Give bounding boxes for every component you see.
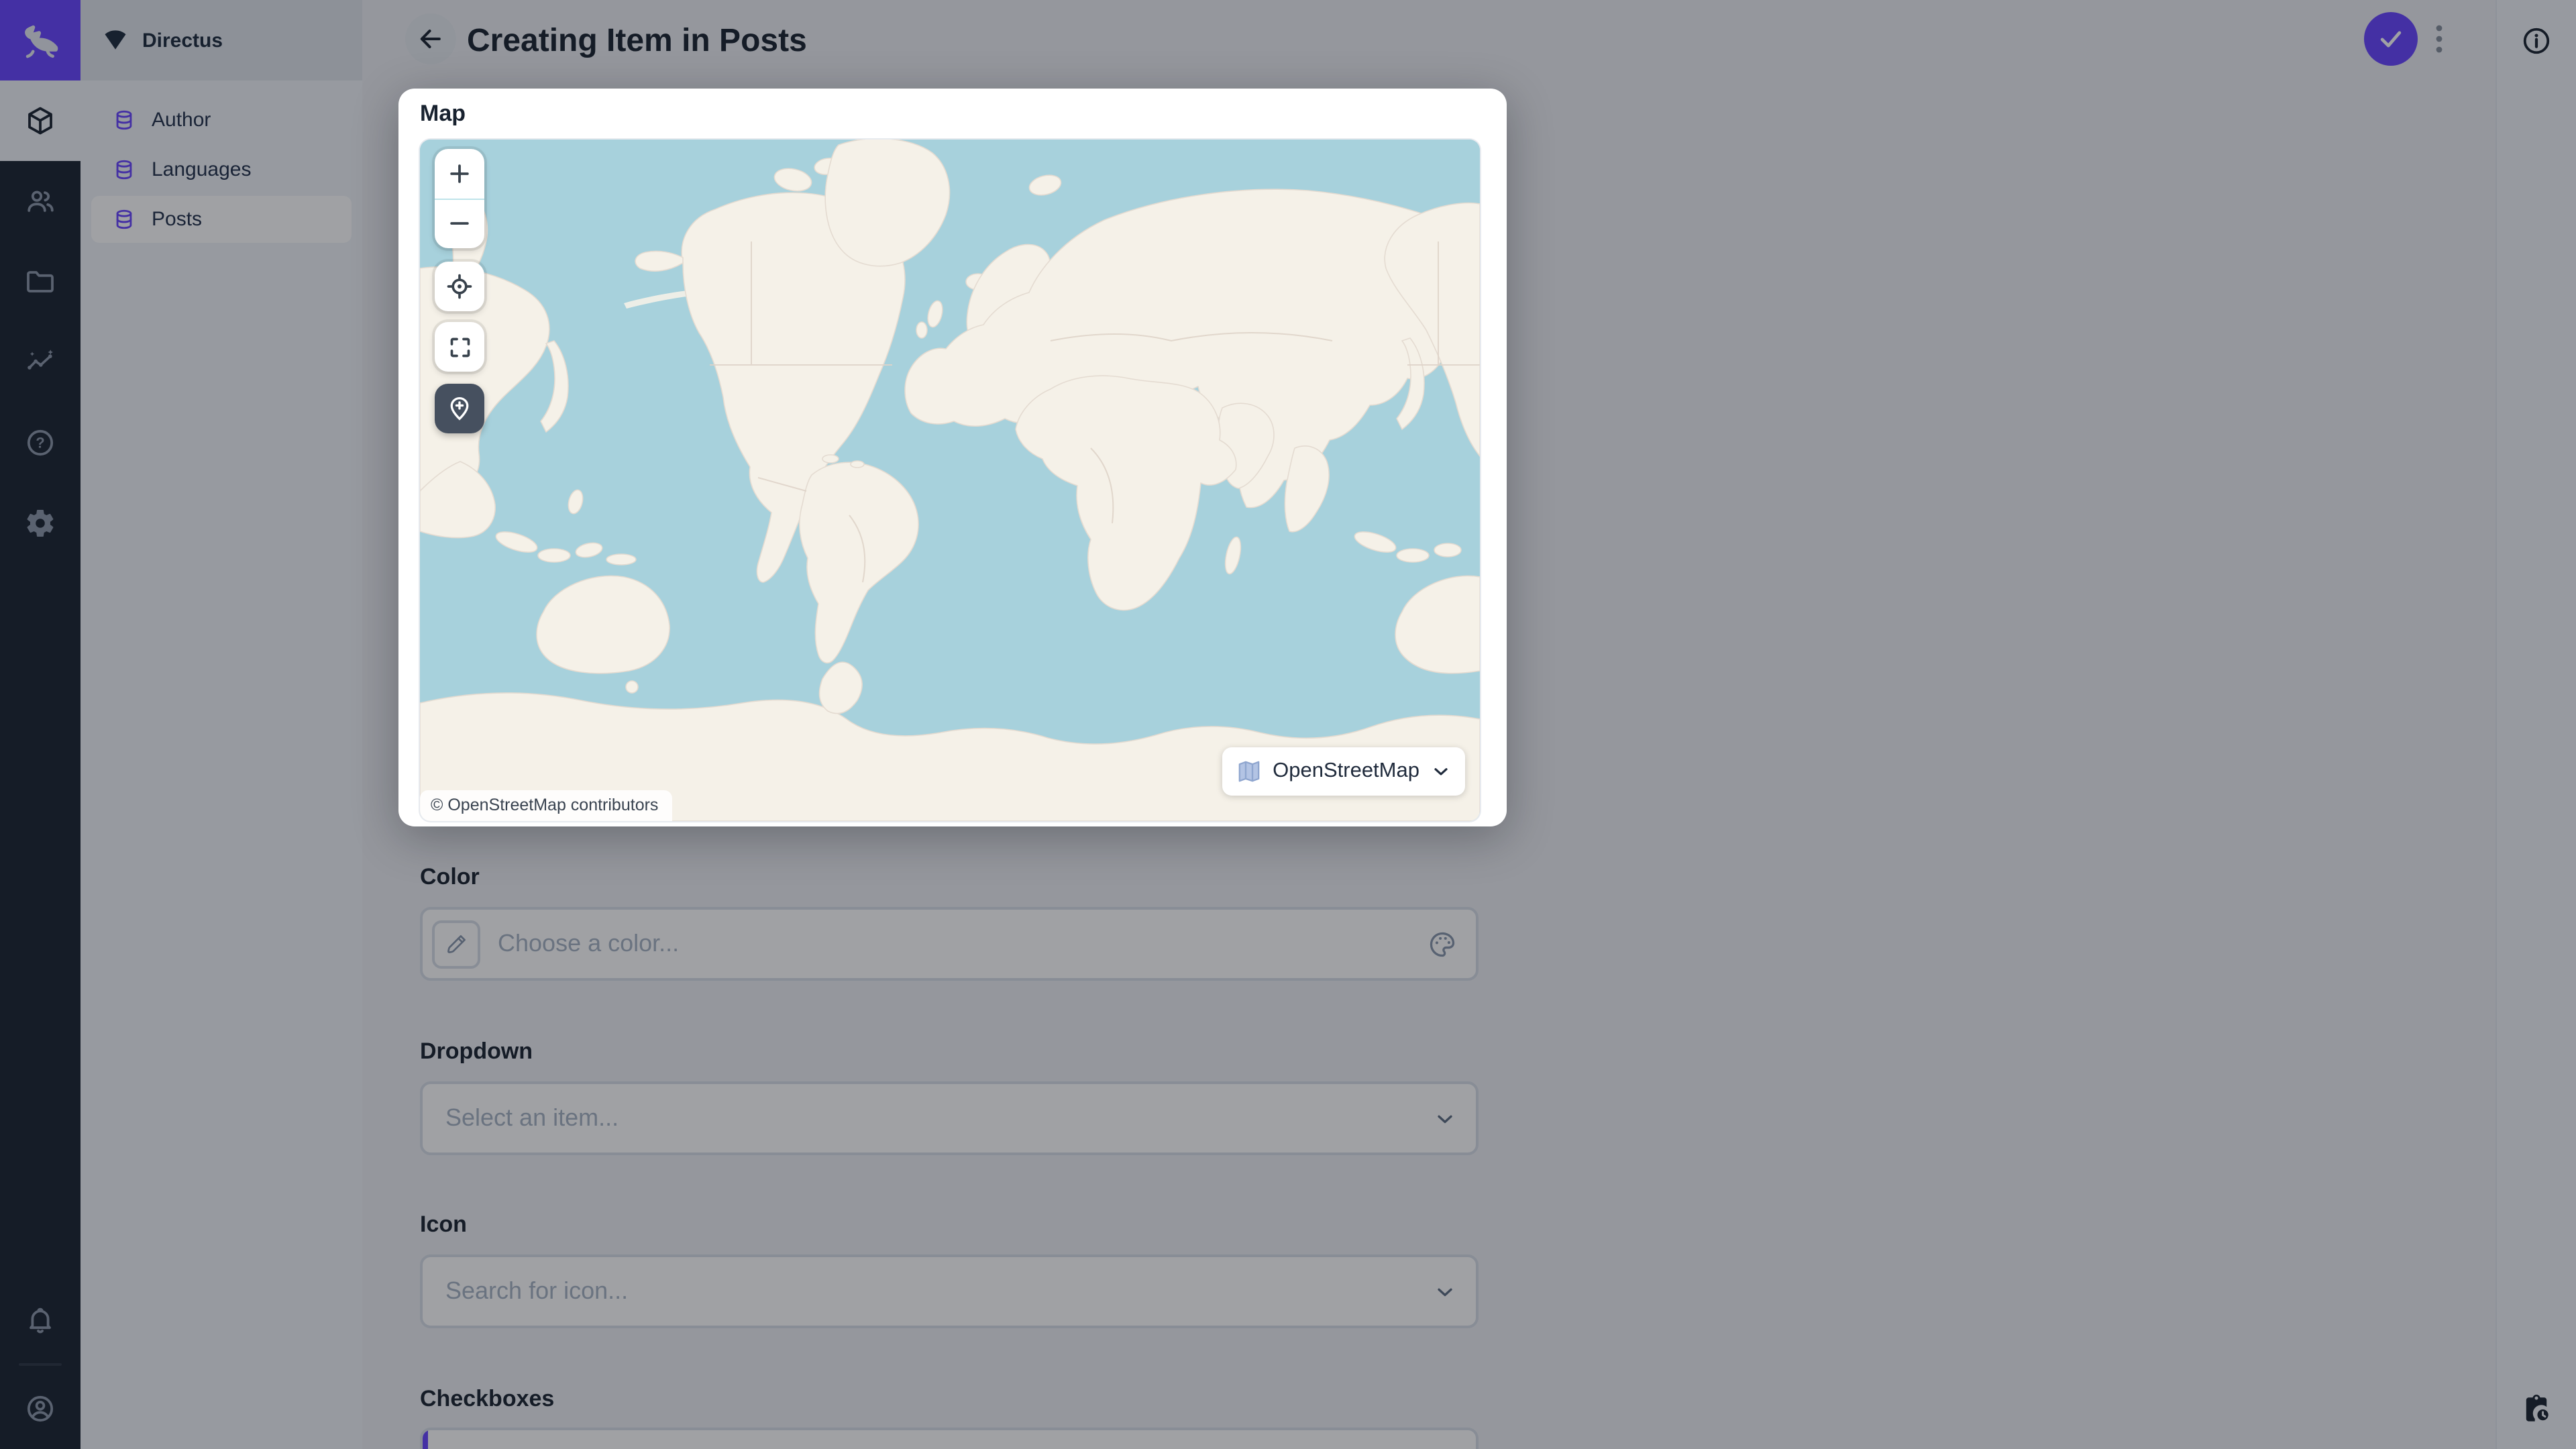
map-attribution[interactable]: © OpenStreetMap contributors	[420, 790, 672, 821]
basemap-map-icon	[1238, 761, 1259, 782]
chevron-down-icon	[1434, 768, 1448, 775]
world-map	[420, 140, 1480, 821]
map-field-label: Map	[420, 101, 466, 126]
add-location-button[interactable]	[435, 384, 484, 433]
zoom-out-button[interactable]	[435, 199, 484, 248]
map-zoom-controls	[435, 149, 484, 248]
geolocate-icon	[447, 274, 472, 299]
minus-icon	[450, 222, 469, 225]
basemap-selector[interactable]: OpenStreetMap	[1222, 747, 1465, 796]
add-location-pin-icon	[450, 396, 469, 421]
plus-icon	[450, 164, 469, 183]
map-canvas[interactable]: © OpenStreetMap contributors OpenStreetM…	[420, 140, 1480, 821]
geolocate-button[interactable]	[435, 262, 484, 311]
fullscreen-button[interactable]	[435, 322, 484, 372]
directus-app: ? Directus Author Languages Posts Creati…	[0, 0, 2576, 1449]
fullscreen-icon	[449, 337, 470, 357]
zoom-in-button[interactable]	[435, 149, 484, 198]
basemap-label: OpenStreetMap	[1273, 759, 1419, 782]
map-field-dialog: Map © OpenStreetMap contributors OpenStr…	[398, 89, 1507, 826]
